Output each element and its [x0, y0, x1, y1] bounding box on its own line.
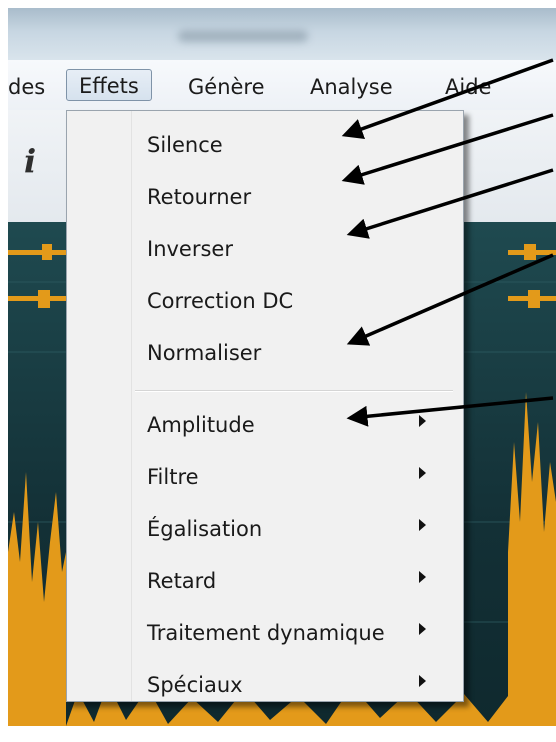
annotation-arrows	[341, 58, 554, 427]
annotation-arrow-inverser	[346, 168, 554, 239]
annotation-arrow-amplitude	[346, 396, 554, 427]
annotation-arrow-normaliser	[346, 253, 554, 346]
